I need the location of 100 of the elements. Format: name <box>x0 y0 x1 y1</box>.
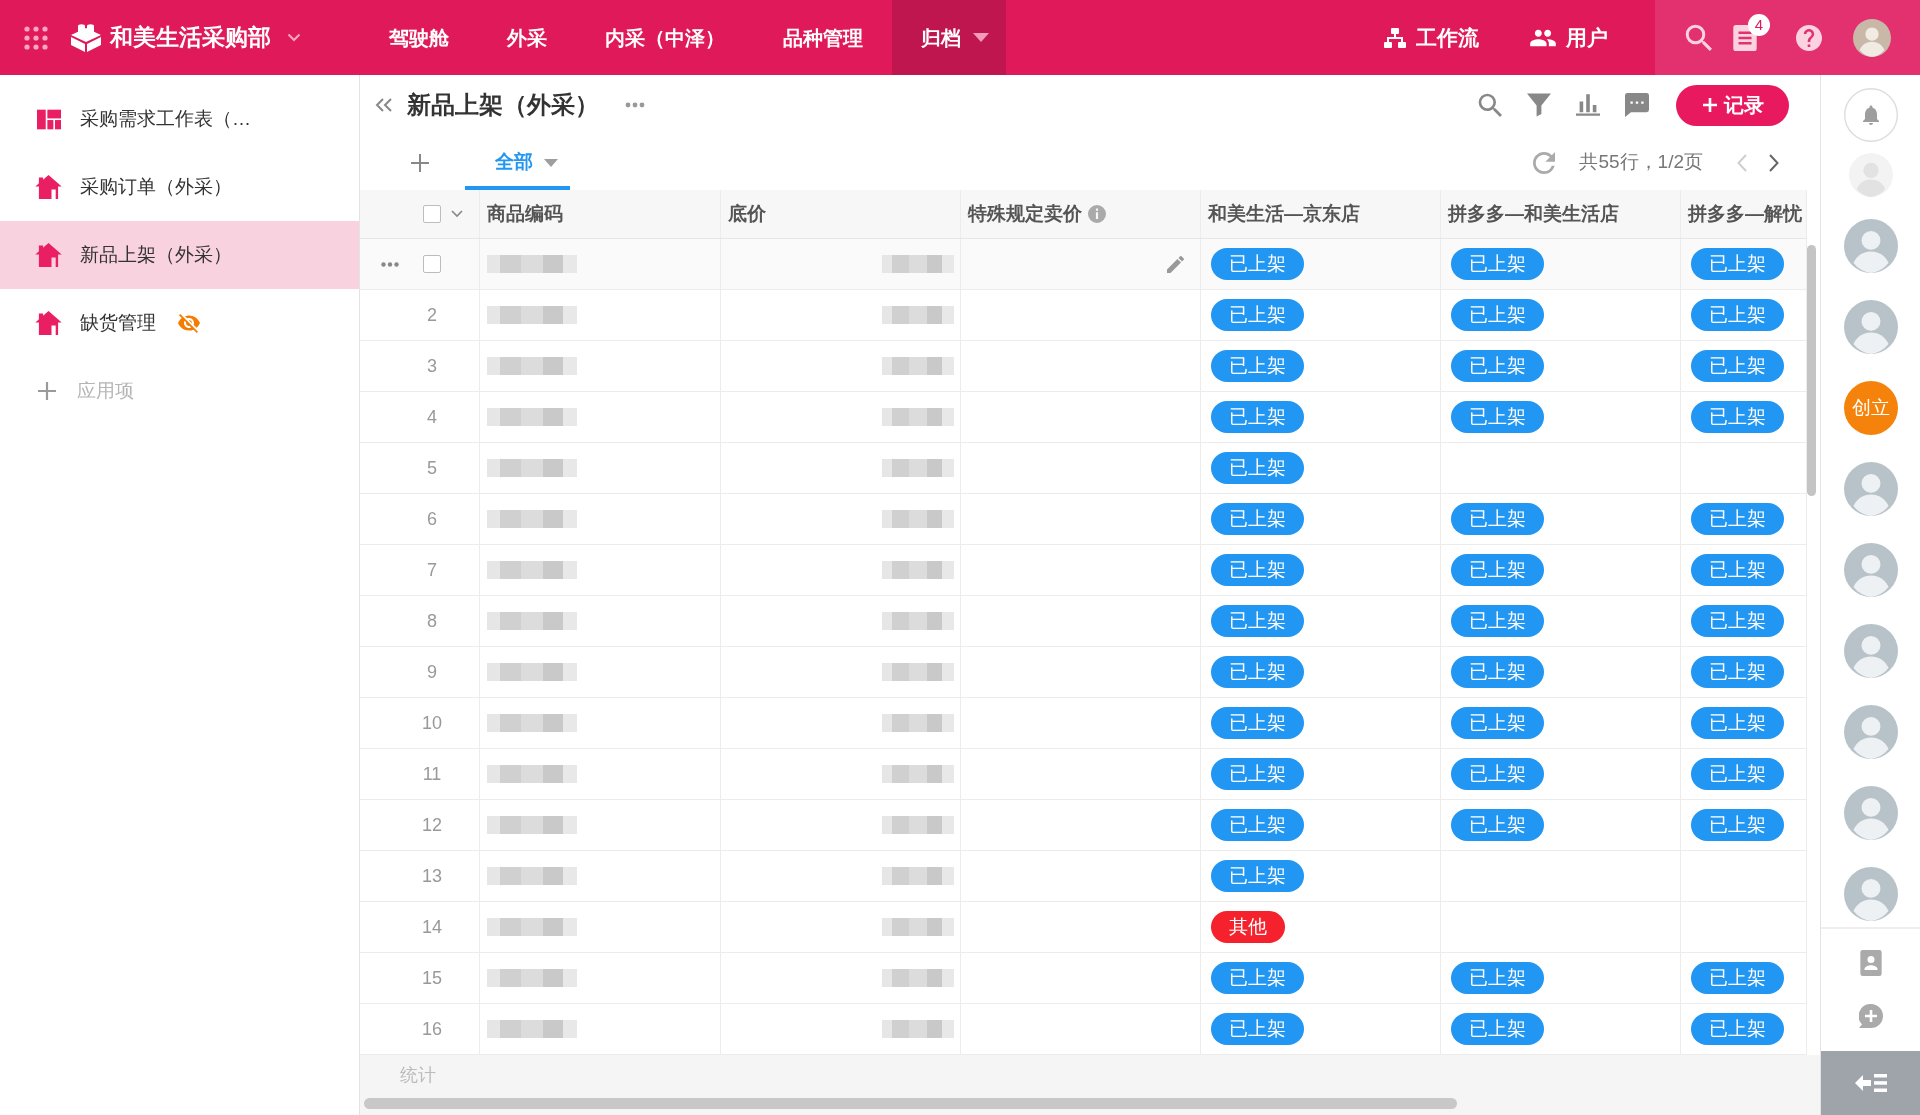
home-icon <box>35 243 62 267</box>
list-icon[interactable] <box>1733 24 1757 51</box>
status-tag: 已上架 <box>1451 401 1544 433</box>
double-chevron-left-icon[interactable] <box>375 97 393 113</box>
faded-avatar-icon[interactable] <box>1848 153 1893 197</box>
caret-down-icon[interactable] <box>544 158 558 167</box>
chevron-down-icon[interactable] <box>451 210 463 218</box>
table-row[interactable]: 14 其他 <box>360 902 1807 953</box>
add-view-icon[interactable] <box>410 152 430 173</box>
nav-tab[interactable]: 外采 <box>478 0 576 75</box>
add-record-button[interactable]: 记录 <box>1676 84 1789 126</box>
user-avatar-icon[interactable] <box>1843 462 1898 516</box>
sidebar-item[interactable]: 采购订单（外采） <box>0 153 359 221</box>
table-row[interactable]: 5 已上架 <box>360 443 1807 494</box>
row-checkbox[interactable] <box>423 255 441 273</box>
add-comment-icon[interactable] <box>1858 1004 1883 1028</box>
table-row[interactable]: 11 已上架 已上架 已上架 <box>360 749 1807 800</box>
caret-down-icon[interactable] <box>973 33 989 42</box>
filter-icon[interactable] <box>1527 93 1551 117</box>
add-item-link[interactable]: 应用项 <box>0 357 359 425</box>
select-all-checkbox[interactable] <box>423 205 441 223</box>
table-row[interactable]: 7 已上架 已上架 已上架 <box>360 545 1807 596</box>
row-number: 12 <box>422 813 442 837</box>
table-row[interactable]: 13 已上架 <box>360 851 1807 902</box>
sidebar-item[interactable]: 采购需求工作表（… <box>0 85 359 153</box>
user-avatar-icon[interactable] <box>1853 18 1891 57</box>
workflow-link[interactable]: 工作流 <box>1383 21 1479 54</box>
user-avatar-icon[interactable] <box>1843 786 1898 840</box>
status-tag: 已上架 <box>1451 962 1544 994</box>
status-tag: 已上架 <box>1451 656 1544 688</box>
user-avatar-icon[interactable] <box>1843 867 1898 921</box>
cube-logo-icon <box>70 22 102 53</box>
table-row[interactable]: 已上架 已上架 已上架 <box>360 239 1807 290</box>
pencil-icon[interactable] <box>1167 255 1184 273</box>
table-row[interactable]: 2 已上架 已上架 已上架 <box>360 290 1807 341</box>
status-tag: 其他 <box>1211 911 1285 943</box>
status-tag: 已上架 <box>1691 299 1784 331</box>
row-number: 8 <box>427 609 437 633</box>
nav-tab[interactable]: 品种管理 <box>754 0 892 75</box>
vertical-scrollbar[interactable] <box>1807 245 1816 496</box>
column-header[interactable]: 拼多多—解忧 <box>1688 199 1802 229</box>
row-number: 13 <box>422 864 442 888</box>
column-header[interactable]: 和美生活—京东店 <box>1208 199 1360 229</box>
status-tag: 已上架 <box>1211 656 1304 688</box>
chevron-right-icon[interactable] <box>1769 153 1779 172</box>
column-header[interactable]: 拼多多—和美生活店 <box>1448 199 1619 229</box>
table-row[interactable]: 16 已上架 已上架 已上架 <box>360 1004 1807 1055</box>
search-icon[interactable] <box>1685 24 1712 51</box>
status-tag: 已上架 <box>1211 554 1304 586</box>
column-header[interactable]: 特殊规定卖价 <box>968 199 1082 229</box>
user-avatar-icon[interactable] <box>1843 300 1898 354</box>
table-row[interactable]: 9 已上架 已上架 已上架 <box>360 647 1807 698</box>
status-tag: 已上架 <box>1691 248 1784 280</box>
user-avatar-icon[interactable] <box>1843 219 1898 273</box>
table-row[interactable]: 8 已上架 已上架 已上架 <box>360 596 1807 647</box>
column-header[interactable]: 底价 <box>728 199 766 229</box>
help-icon[interactable] <box>1796 24 1822 51</box>
info-icon[interactable] <box>1088 205 1106 223</box>
users-link[interactable]: 用户 <box>1529 21 1608 54</box>
initials-avatar[interactable]: 创立 <box>1843 381 1898 435</box>
user-avatar-icon[interactable] <box>1843 705 1898 759</box>
more-icon[interactable] <box>625 102 645 108</box>
bar-chart-icon[interactable] <box>1576 93 1600 117</box>
comment-icon[interactable] <box>1625 93 1649 117</box>
user-avatar-icon[interactable] <box>1843 624 1898 678</box>
arrow-list-icon <box>1854 1072 1887 1094</box>
home-icon <box>35 175 62 199</box>
contact-card-icon[interactable] <box>1859 950 1882 976</box>
horizontal-scrollbar[interactable] <box>364 1098 1457 1109</box>
dashboard-icon <box>36 108 61 130</box>
table-row[interactable]: 3 已上架 已上架 已上架 <box>360 341 1807 392</box>
status-tag: 已上架 <box>1691 707 1784 739</box>
chevron-down-icon[interactable] <box>287 33 301 42</box>
apps-icon[interactable] <box>24 25 48 50</box>
table-row[interactable]: 10 已上架 已上架 已上架 <box>360 698 1807 749</box>
status-tag: 已上架 <box>1451 248 1544 280</box>
table-row[interactable]: 15 已上架 已上架 已上架 <box>360 953 1807 1004</box>
status-tag: 已上架 <box>1211 452 1304 484</box>
more-icon[interactable] <box>381 261 399 267</box>
row-number: 9 <box>427 660 437 684</box>
table-row[interactable]: 12 已上架 已上架 已上架 <box>360 800 1807 851</box>
collapse-panel-button[interactable] <box>1821 1051 1920 1115</box>
column-header[interactable]: 商品编码 <box>487 199 563 229</box>
status-tag: 已上架 <box>1211 503 1304 535</box>
bell-icon[interactable] <box>1843 88 1898 142</box>
table-row[interactable]: 6 已上架 已上架 已上架 <box>360 494 1807 545</box>
nav-tab[interactable]: 内采（中泽） <box>576 0 754 75</box>
plus-icon <box>37 381 57 401</box>
refresh-icon[interactable] <box>1533 151 1556 174</box>
status-tag: 已上架 <box>1451 350 1544 382</box>
nav-tab[interactable]: 驾驶舱 <box>360 0 478 75</box>
table-row[interactable]: 4 已上架 已上架 已上架 <box>360 392 1807 443</box>
search-icon[interactable] <box>1478 93 1502 117</box>
status-tag: 已上架 <box>1451 1013 1544 1045</box>
status-tag: 已上架 <box>1211 248 1304 280</box>
sitemap-icon <box>1383 25 1407 50</box>
nav-tab[interactable]: 归档 <box>892 0 1006 75</box>
sidebar-item[interactable]: 缺货管理 <box>0 289 359 357</box>
sidebar-item[interactable]: 新品上架（外采） <box>0 221 359 289</box>
user-avatar-icon[interactable] <box>1843 543 1898 597</box>
